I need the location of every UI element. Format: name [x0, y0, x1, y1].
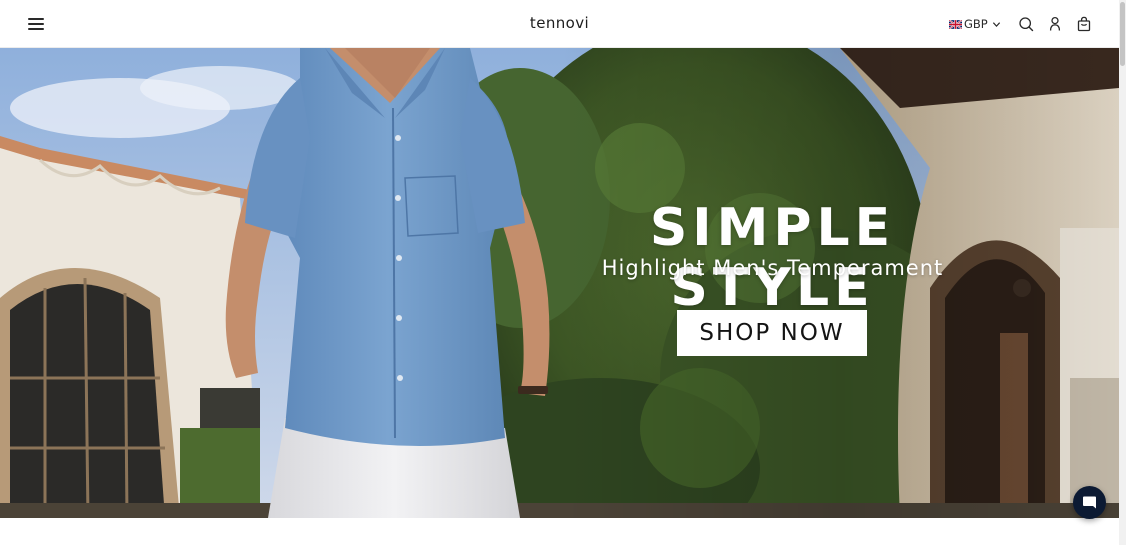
cart-icon[interactable] [1076, 16, 1092, 32]
logo-text[interactable]: tennovi [530, 14, 589, 32]
hero-banner: SIMPLE STYLE Highlight Men's Temperament… [0, 48, 1119, 518]
menu-icon[interactable] [28, 17, 44, 31]
currency-selector[interactable]: GBP [949, 17, 1001, 31]
scrollbar-thumb[interactable] [1120, 2, 1125, 66]
hero-subtitle: Highlight Men's Temperament [601, 256, 944, 280]
search-icon[interactable] [1018, 16, 1034, 32]
chat-icon [1083, 496, 1096, 509]
page-scrollbar[interactable] [1119, 0, 1126, 545]
chat-button[interactable] [1073, 486, 1106, 519]
site-header: tennovi GBP [0, 0, 1119, 48]
account-icon[interactable] [1047, 16, 1063, 32]
shop-now-button[interactable]: SHOP NOW [677, 310, 867, 356]
uk-flag-icon [949, 19, 962, 29]
currency-label: GBP [964, 17, 988, 31]
chevron-down-icon [992, 21, 1000, 27]
